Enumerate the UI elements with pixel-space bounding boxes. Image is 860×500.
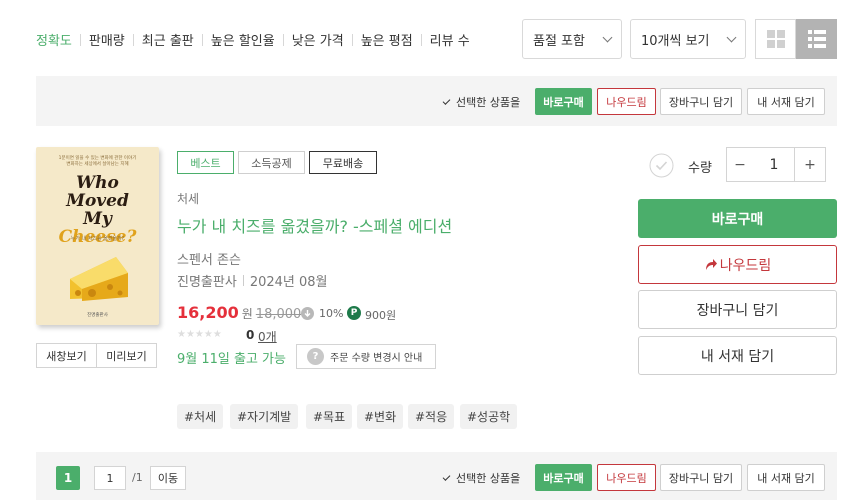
gift-button-label: 나우드림: [719, 257, 772, 274]
bulk-cart-button[interactable]: 장바구니 담기: [660, 88, 742, 115]
hashtag-6[interactable]: #성공학: [460, 404, 518, 429]
sort-options: 정확도 판매량 최근 출판 높은 할인율 낮은 가격 높은 평점 리뷰 수: [36, 30, 470, 49]
grid-icon: [766, 30, 785, 48]
bulk-buy-now-button-bottom[interactable]: 바로구매: [535, 464, 592, 491]
divider: [420, 33, 422, 46]
page-total: /1: [132, 471, 143, 484]
grid-view-button[interactable]: [755, 19, 796, 59]
page-input[interactable]: 1: [94, 466, 126, 490]
page-current[interactable]: 1: [56, 466, 80, 490]
hashtag-2[interactable]: #자기계발: [230, 404, 299, 429]
select-all-checkbox[interactable]: 선택한 상품을: [442, 94, 521, 110]
book-category[interactable]: 처세: [177, 190, 199, 207]
quantity-label: 수량: [688, 161, 712, 176]
sort-recent[interactable]: 최근 출판: [142, 30, 194, 49]
stock-filter-value: 품절 포함: [533, 33, 585, 49]
discount-rate: 10%: [319, 307, 344, 320]
hashtag-3[interactable]: #목표: [306, 404, 353, 429]
quantity-input[interactable]: 1: [753, 147, 795, 182]
bulk-library-button-bottom[interactable]: 내 서재 담기: [747, 464, 825, 491]
price-line: 16,200 원 18,000: [177, 303, 301, 322]
rating-score: 0: [246, 328, 255, 342]
selected-label: 선택한 상품을: [456, 472, 521, 485]
quantity-plus-button[interactable]: +: [794, 147, 826, 182]
gift-arrow-icon: [705, 259, 717, 270]
item-select-checkbox[interactable]: [649, 153, 674, 178]
bulk-buy-now-button[interactable]: 바로구매: [535, 88, 592, 115]
list-icon: [807, 30, 826, 48]
cheese-illustration: [70, 257, 128, 301]
divider: [79, 33, 81, 46]
cover-subtitle: 누가 내 치즈를 옮겼을까?: [70, 236, 125, 242]
cover-tagline-2: 변화하는 세상에서 살아남는 지혜: [66, 161, 129, 167]
order-notice-label: 주문 수량 변경시 안내: [330, 353, 423, 364]
sort-sales[interactable]: 판매량: [89, 30, 125, 49]
book-author[interactable]: 스펜서 존슨: [177, 249, 241, 268]
divider: [201, 33, 203, 46]
chevron-down-icon: [602, 32, 613, 42]
help-icon: ?: [307, 348, 324, 365]
delivery-date: 9월 11일 출고 가능: [177, 352, 286, 367]
bulk-gift-button[interactable]: 나우드림: [597, 88, 656, 115]
divider: [132, 33, 134, 46]
add-to-library-button[interactable]: 내 서재 담기: [638, 336, 837, 375]
quantity-minus-button[interactable]: −: [726, 147, 754, 182]
sort-reviews[interactable]: 리뷰 수: [430, 30, 470, 49]
divider: [242, 275, 244, 286]
rating-stars: ★★★★★: [177, 329, 222, 340]
cover-publisher: 진명출판사: [87, 313, 108, 318]
top-action-bar: 선택한 상품을 바로구매 나우드림 장바구니 담기 내 서재 담기: [36, 76, 837, 126]
sort-discount[interactable]: 높은 할인율: [211, 30, 275, 49]
buy-now-button[interactable]: 바로구매: [638, 199, 837, 238]
tag-tax-deduction: 소득공제: [238, 151, 305, 174]
gift-button[interactable]: 나우드림: [638, 245, 837, 284]
preview-button[interactable]: 미리보기: [96, 343, 157, 368]
bulk-cart-button-bottom[interactable]: 장바구니 담기: [660, 464, 742, 491]
stock-filter-select[interactable]: 품절 포함: [522, 19, 622, 59]
order-notice-button[interactable]: ? 주문 수량 변경시 안내: [296, 344, 436, 369]
per-page-select[interactable]: 10개씩 보기: [630, 19, 746, 59]
bottom-action-bar: 1 1 /1 이동 선택한 상품을 바로구매 나우드림 장바구니 담기 내 서재…: [36, 452, 837, 500]
sort-rating[interactable]: 높은 평점: [361, 30, 413, 49]
book-cover-image[interactable]: 1분이면 읽을 수 있는 변화에 관한 이야기 변화하는 세상에서 살아남는 지…: [36, 147, 159, 325]
per-page-value: 10개씩 보기: [641, 33, 710, 49]
selected-label: 선택한 상품을: [456, 96, 521, 109]
list-view-button[interactable]: [796, 19, 837, 59]
book-title[interactable]: 누가 내 치즈를 옮겼을까? -스페셜 에디션: [177, 213, 452, 237]
original-price: 18,000: [255, 307, 302, 322]
points-value: 900원: [365, 309, 397, 322]
new-window-button[interactable]: 새창보기: [36, 343, 97, 368]
chevron-down-icon: [726, 32, 737, 42]
sort-low-price[interactable]: 낮은 가격: [292, 30, 344, 49]
book-publisher[interactable]: 진명출판사: [177, 271, 237, 290]
page-go-button[interactable]: 이동: [150, 466, 186, 490]
divider: [351, 33, 353, 46]
check-icon: [442, 472, 451, 481]
cover-tagline: 1분이면 읽을 수 있는 변화에 관한 이야기: [58, 156, 137, 161]
sale-price: 16,200: [177, 303, 239, 322]
tag-best: 베스트: [177, 151, 234, 174]
hashtag-4[interactable]: #변화: [357, 404, 404, 429]
points-icon: P: [347, 306, 361, 320]
bulk-library-button[interactable]: 내 서재 담기: [747, 88, 825, 115]
tag-free-shipping: 무료배송: [309, 151, 377, 174]
review-count-link[interactable]: 0개: [258, 328, 277, 345]
add-to-cart-button[interactable]: 장바구니 담기: [638, 290, 837, 329]
book-pub-date: 2024년 08월: [249, 275, 328, 290]
hashtag-5[interactable]: #적응: [408, 404, 455, 429]
discount-icon: [301, 307, 314, 320]
price-unit: 원: [241, 307, 253, 321]
bulk-gift-button-bottom[interactable]: 나우드림: [597, 464, 656, 491]
check-icon: [442, 96, 451, 105]
sort-accuracy[interactable]: 정확도: [36, 30, 72, 49]
book-publisher-line: 진명출판사 2024년 08월: [177, 271, 328, 290]
select-all-checkbox-bottom[interactable]: 선택한 상품을: [442, 470, 521, 486]
divider: [282, 33, 284, 46]
hashtag-1[interactable]: #처세: [177, 404, 224, 429]
